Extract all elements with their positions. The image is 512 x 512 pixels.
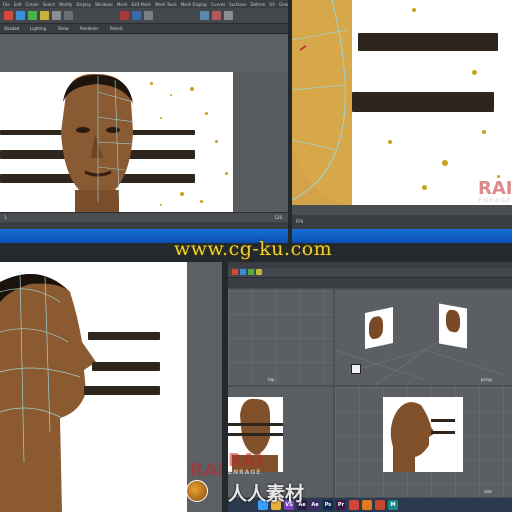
timeline-start: 1: [4, 215, 7, 220]
watermark-stamp: RAI ENRAGE: [478, 178, 512, 204]
maya-menu-bar: File Edit Create Select Modify Display Windows…: [0, 0, 288, 8]
maya-window-front-view: File Edit Create Select Modify Display Windows…: [0, 0, 288, 243]
viewport-label-persp: persp: [480, 377, 492, 382]
maya-icon[interactable]: M: [388, 500, 398, 510]
viewport-top[interactable]: top: [228, 290, 333, 385]
maya-four-view-window: top persp front side VS Ae Ae Ps Pr M RA…: [228, 262, 512, 512]
reference-bar: [92, 362, 160, 371]
reference-bar: [84, 386, 160, 395]
tool-label-panels[interactable]: Panels: [110, 26, 123, 31]
viewport-side[interactable]: side: [335, 387, 512, 497]
specks: [150, 82, 153, 85]
after-effects-icon-2[interactable]: Ae: [310, 500, 320, 510]
menu-item[interactable]: Surfaces: [229, 2, 246, 7]
watermark-chinese: 人人素材: [228, 483, 305, 505]
menu-item[interactable]: Create: [25, 2, 38, 7]
command-line[interactable]: [0, 222, 288, 229]
menu-item[interactable]: Modify: [59, 2, 72, 7]
site-logo-icon: [186, 480, 208, 502]
front-reference-image-plane[interactable]: [0, 72, 233, 212]
status-text: FPS: [296, 219, 304, 224]
menu-item[interactable]: Select: [43, 2, 55, 7]
status-line: FPS: [292, 215, 512, 229]
menu-item[interactable]: Curves: [211, 2, 225, 7]
viewport-background-right: [233, 72, 288, 212]
photoshop-icon[interactable]: Ps: [323, 500, 333, 510]
menu-item[interactable]: Generate: [279, 2, 288, 7]
timeline-end: 120: [274, 215, 282, 220]
time-slider[interactable]: 1 120: [0, 212, 288, 222]
maya-shelf: [0, 8, 288, 24]
menu-item[interactable]: Deform: [250, 2, 265, 7]
menu-item[interactable]: Mesh Tools: [155, 2, 177, 7]
menu-item[interactable]: File: [3, 2, 10, 7]
menu-item[interactable]: UV: [269, 2, 275, 7]
persp-side-image-plane: [365, 307, 393, 349]
reference-bar: [88, 332, 160, 340]
viewport-label-top: top: [268, 377, 275, 382]
reference-bar: [352, 92, 494, 112]
menu-item[interactable]: Edit Mesh: [132, 2, 152, 7]
status-bar: [228, 278, 512, 288]
cursor-icon: [351, 364, 361, 374]
tool-label-shaded[interactable]: Shaded: [4, 26, 19, 31]
tool-label-renderer[interactable]: Renderer: [80, 26, 98, 31]
firefox-icon[interactable]: [362, 500, 372, 510]
maya-shelf: [228, 268, 512, 278]
menu-item[interactable]: Display: [76, 2, 91, 7]
chrome-icon[interactable]: [349, 500, 359, 510]
persp-front-image-plane: [439, 303, 467, 349]
time-slider[interactable]: [292, 205, 512, 215]
viewport-persp[interactable]: persp: [335, 290, 512, 385]
watermark-stamp: RAI ENRAGE: [228, 450, 263, 476]
menu-item[interactable]: Mesh Display: [181, 2, 208, 7]
tutorial-collage: File Edit Create Select Modify Display Windows…: [0, 0, 512, 512]
menu-item[interactable]: Windows: [95, 2, 113, 7]
watermark-url: www.cg-ku.com: [174, 238, 333, 260]
front-face-photo: [61, 73, 136, 212]
tool-label-show[interactable]: Show: [58, 26, 69, 31]
media-icon[interactable]: [375, 500, 385, 510]
reference-bar: [358, 33, 498, 51]
closeup-viewport: FPS RAI ENRAGE: [292, 0, 512, 243]
panel-toolbar: Shaded Lighting Show Renderer Panels: [0, 24, 288, 34]
viewport-label-side: side: [483, 489, 492, 494]
menu-item[interactable]: Edit: [14, 2, 22, 7]
side-mini-face: [390, 402, 455, 472]
premiere-icon[interactable]: Pr: [336, 500, 346, 510]
side-profile-view: RAI: [0, 262, 222, 512]
tool-label-lighting[interactable]: Lighting: [30, 26, 46, 31]
watermark-stamp: RAI: [190, 460, 222, 481]
menu-item[interactable]: Mesh: [117, 2, 128, 7]
viewport-background: [0, 34, 288, 72]
